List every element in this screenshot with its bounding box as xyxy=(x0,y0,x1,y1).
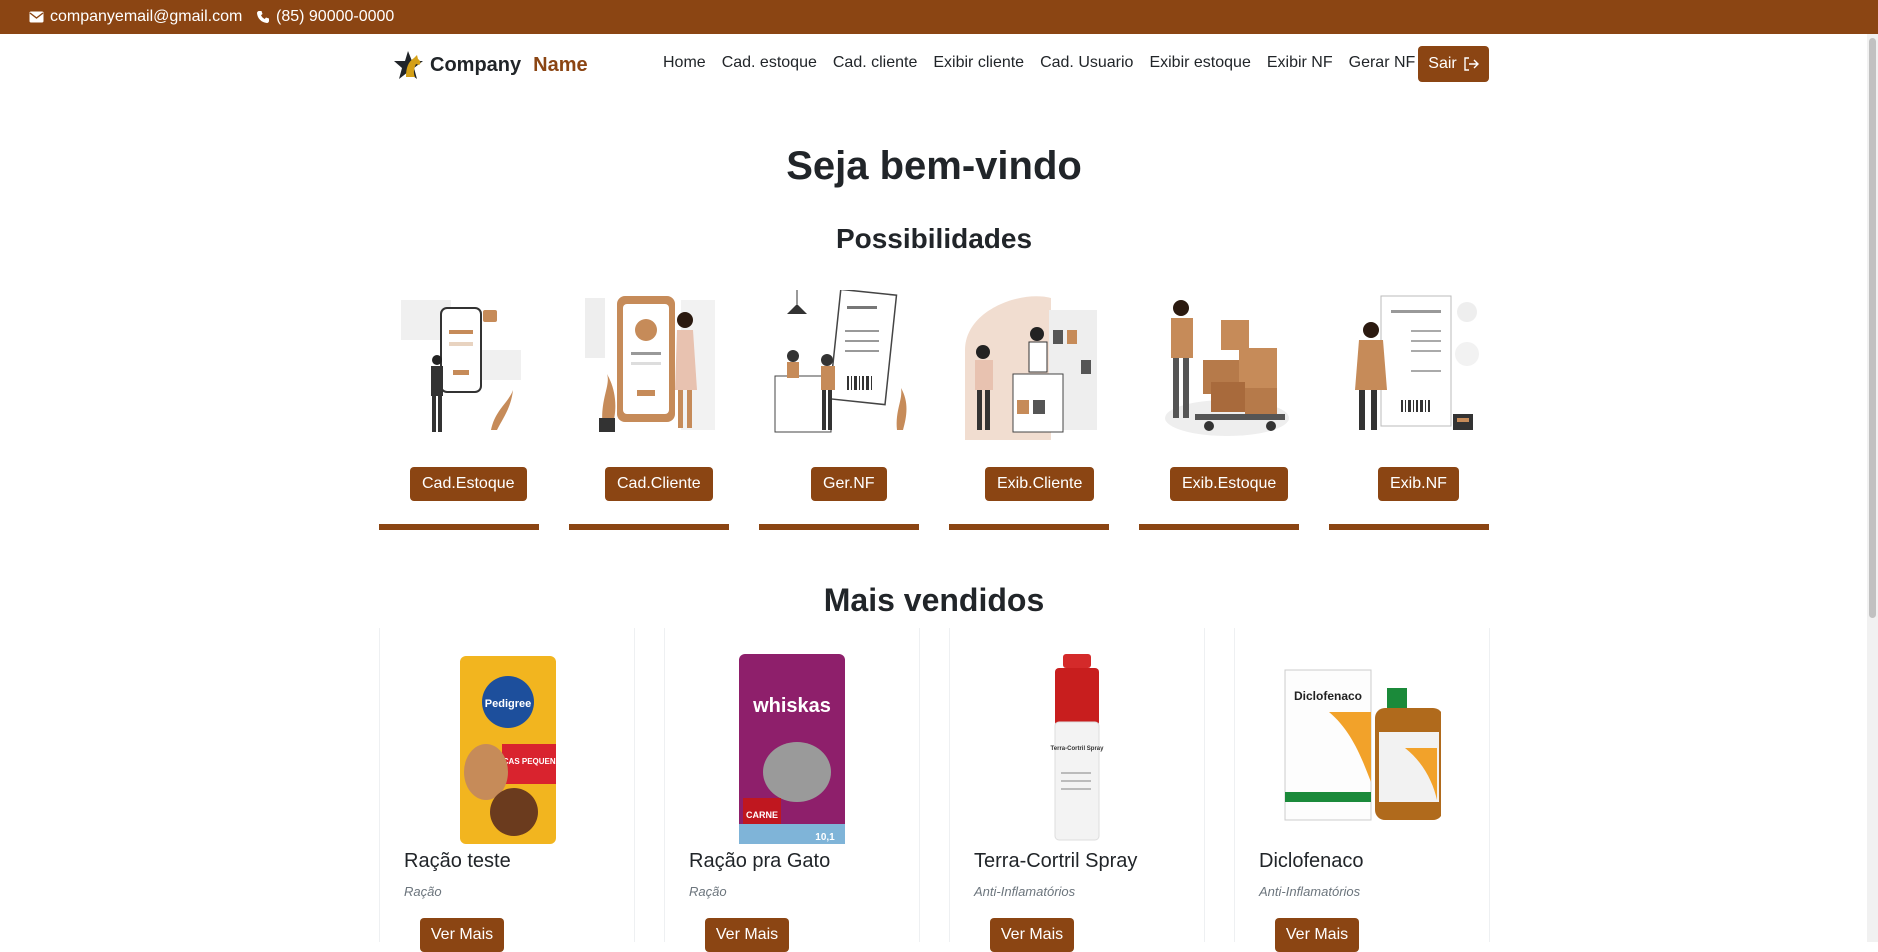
brand-company: Company xyxy=(430,53,522,76)
email-info: companyemail@gmail.com xyxy=(29,8,242,26)
ver-mais-label: Ver Mais xyxy=(715,926,779,943)
product-category: Ração xyxy=(404,884,442,899)
mobile-welcome-illustration-icon xyxy=(585,296,715,432)
cat-food-bag-icon: whiskas CARNE 10,1 xyxy=(739,654,845,844)
mail-icon xyxy=(29,11,44,23)
warehouse-boxes-illustration-icon xyxy=(1165,300,1289,436)
phone-info: (85) 90000-0000 xyxy=(256,8,394,26)
ver-mais-button[interactable]: Ver Mais xyxy=(705,918,789,952)
exib-estoque-label: Exib.Estoque xyxy=(1182,475,1277,492)
ver-mais-button[interactable]: Ver Mais xyxy=(420,918,504,952)
product-image: Diclofenaco xyxy=(1235,652,1489,848)
product-card: Pedigree RAÇAS PEQUENAS Ração teste Raçã… xyxy=(379,628,635,952)
cad-estoque-button[interactable]: Cad.Estoque xyxy=(410,467,527,501)
shop-counter-illustration-icon xyxy=(965,296,1097,440)
scrollbar-thumb[interactable] xyxy=(1869,38,1876,618)
main-nav: Home Cad. estoque Cad. cliente Exibir cl… xyxy=(663,54,1415,72)
product-category: Anti-Inflamatórios xyxy=(1259,884,1361,899)
product-title: Terra-Cortril Spray xyxy=(974,850,1138,872)
dog-food-bag-icon: Pedigree RAÇAS PEQUENAS xyxy=(460,656,562,844)
feature-divider xyxy=(949,524,1109,530)
logout-button[interactable]: Sair xyxy=(1418,46,1489,82)
logout-label: Sair xyxy=(1428,55,1457,72)
product-card: Diclofenaco Diclofenaco Anti-Inflamatóri… xyxy=(1234,628,1490,952)
ver-mais-label: Ver Mais xyxy=(1000,926,1064,943)
exib-nf-button[interactable]: Exib.NF xyxy=(1378,467,1459,501)
pedigree-logo-text: Pedigree xyxy=(485,698,531,710)
product-card: whiskas CARNE 10,1 Ração pra Gato Ração … xyxy=(664,628,920,952)
feature-divider xyxy=(569,524,729,530)
nav-cad-usuario[interactable]: Cad. Usuario xyxy=(1040,54,1133,72)
nav-home[interactable]: Home xyxy=(663,54,706,72)
exib-cliente-label: Exib.Cliente xyxy=(997,475,1083,492)
store-receipt-illustration-icon xyxy=(774,290,907,433)
horse-star-icon xyxy=(394,51,423,79)
mobile-form-illustration-icon xyxy=(401,300,521,432)
product-card: Terra-Cortril Spray Terra-Cortril Spray … xyxy=(949,628,1205,952)
phone-icon xyxy=(257,11,269,23)
cad-cliente-button[interactable]: Cad.Cliente xyxy=(605,467,713,501)
best-sellers-title: Mais vendidos xyxy=(823,582,1045,618)
ver-mais-button[interactable]: Ver Mais xyxy=(1275,918,1359,952)
nav-cad-cliente[interactable]: Cad. cliente xyxy=(833,54,918,72)
product-image: Terra-Cortril Spray xyxy=(950,652,1204,848)
spray-can-icon: Terra-Cortril Spray xyxy=(1051,654,1105,841)
ver-mais-button[interactable]: Ver Mais xyxy=(990,918,1074,952)
product-image: Pedigree RAÇAS PEQUENAS xyxy=(380,652,634,848)
product-category: Anti-Inflamatórios xyxy=(974,884,1076,899)
product-title: Ração pra Gato xyxy=(689,850,831,872)
nav-gerar-nf[interactable]: Gerar NF xyxy=(1349,54,1416,72)
feature-divider xyxy=(759,524,919,530)
welcome-title: Seja bem-vindo xyxy=(786,144,1082,188)
brand-logo[interactable]: Company Name xyxy=(394,50,588,80)
nav-exibir-cliente[interactable]: Exibir cliente xyxy=(933,54,1024,72)
product-title: Ração teste xyxy=(404,850,511,872)
medicine-box-icon: Diclofenaco xyxy=(1284,669,1441,821)
feature-divider xyxy=(1329,524,1489,530)
nav-exibir-estoque[interactable]: Exibir estoque xyxy=(1149,54,1250,72)
feature-divider xyxy=(1139,524,1299,530)
top-contact-bar: companyemail@gmail.com (85) 90000-0000 xyxy=(0,0,1878,34)
diclofenaco-box-text: Diclofenaco xyxy=(1294,689,1362,703)
whiskas-logo-text: whiskas xyxy=(752,695,831,717)
whiskas-flavor-text: CARNE xyxy=(746,810,778,820)
brand-name: Name xyxy=(533,53,588,76)
ver-mais-label: Ver Mais xyxy=(1285,926,1349,943)
nav-cad-estoque[interactable]: Cad. estoque xyxy=(722,54,817,72)
whiskas-weight-text: 10,1 xyxy=(815,832,835,843)
phone-text: (85) 90000-0000 xyxy=(276,8,395,25)
email-text: companyemail@gmail.com xyxy=(50,8,243,25)
exib-estoque-button[interactable]: Exib.Estoque xyxy=(1170,467,1289,501)
page-scrollbar[interactable] xyxy=(1867,34,1878,942)
possibilities-title: Possibilidades xyxy=(835,223,1033,254)
product-title: Diclofenaco xyxy=(1259,850,1364,872)
ger-nf-label: Ger.NF xyxy=(823,475,875,492)
nav-exibir-nf[interactable]: Exibir NF xyxy=(1267,54,1333,72)
exib-cliente-button[interactable]: Exib.Cliente xyxy=(985,467,1095,501)
cad-cliente-label: Cad.Cliente xyxy=(617,475,701,492)
product-category: Ração xyxy=(689,884,727,899)
exib-nf-label: Exib.NF xyxy=(1390,475,1447,492)
feature-divider xyxy=(379,524,539,530)
ver-mais-label: Ver Mais xyxy=(430,926,494,943)
receipt-reading-illustration-icon xyxy=(1355,295,1479,430)
logout-icon xyxy=(1464,57,1479,71)
spray-label-text: Terra-Cortril Spray xyxy=(1051,746,1105,752)
product-image: whiskas CARNE 10,1 xyxy=(665,652,919,848)
ger-nf-button[interactable]: Ger.NF xyxy=(811,467,887,501)
cad-estoque-label: Cad.Estoque xyxy=(422,475,515,492)
